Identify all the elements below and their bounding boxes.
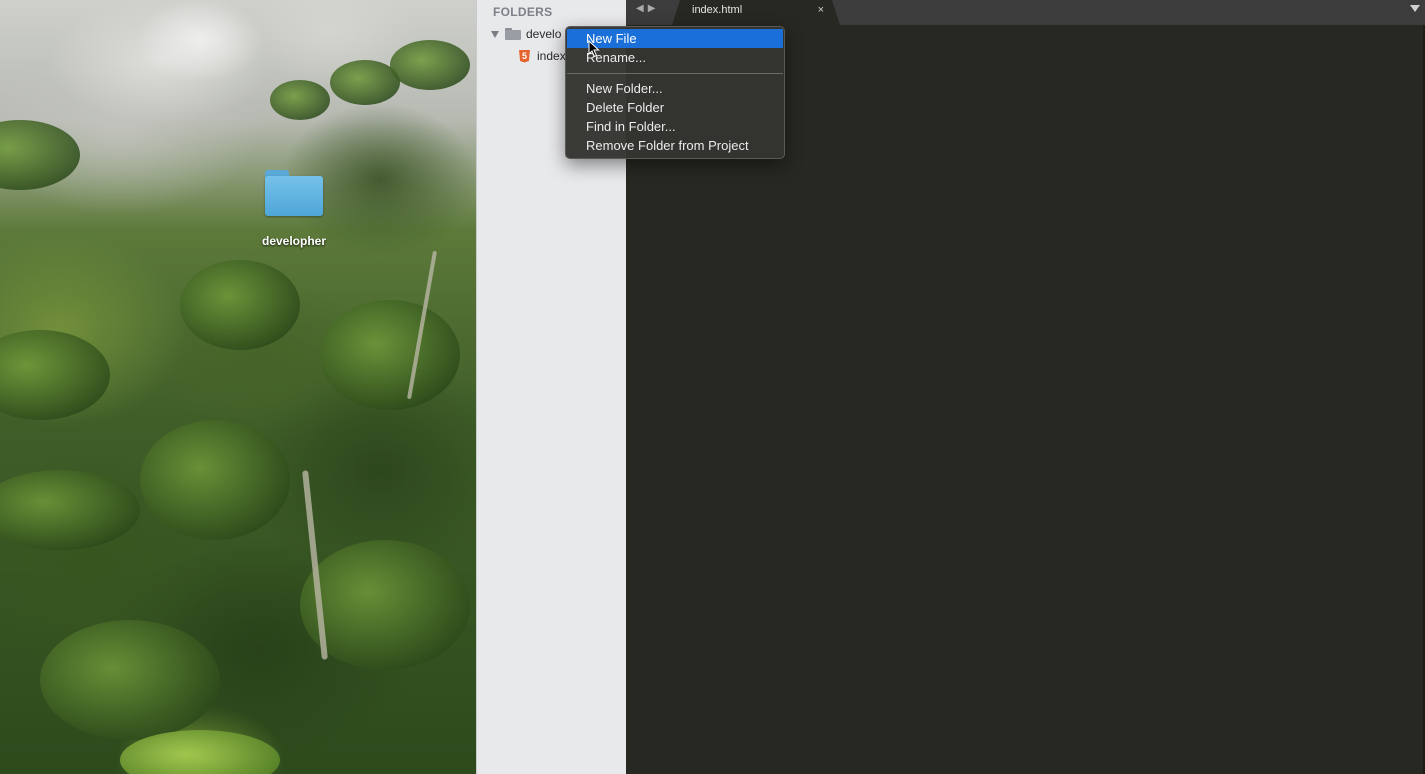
foliage: [0, 120, 80, 190]
menu-item-remove-folder-from-project[interactable]: Remove Folder from Project: [566, 136, 784, 155]
back-arrow-icon[interactable]: ◀: [636, 3, 644, 14]
sidebar-file-item[interactable]: 5 index: [519, 47, 566, 65]
desktop-folder-label: developher: [261, 234, 327, 248]
foliage: [40, 620, 220, 740]
desktop-wallpaper: developher: [0, 0, 476, 774]
close-icon[interactable]: ×: [818, 4, 824, 16]
forward-arrow-icon[interactable]: ▶: [648, 3, 656, 14]
menu-item-delete-folder[interactable]: Delete Folder: [566, 98, 784, 117]
foliage: [390, 40, 470, 90]
sidebar-heading: FOLDERS: [493, 5, 553, 19]
foliage: [140, 420, 290, 540]
foliage: [270, 80, 330, 120]
foliage: [320, 300, 460, 410]
mouse-pointer-icon: [588, 40, 600, 58]
sidebar-file-label: index: [537, 49, 566, 63]
menu-item-new-folder[interactable]: New Folder...: [566, 79, 784, 98]
foliage: [0, 330, 110, 420]
sidebar-folder-label: develo: [526, 27, 562, 41]
tab-bar: ◀ ▶ index.html ×: [626, 0, 1425, 25]
menu-separator: [567, 73, 783, 74]
sidebar-folder-item[interactable]: develo: [491, 25, 561, 43]
foliage: [0, 470, 140, 550]
menu-item-find-in-folder[interactable]: Find in Folder...: [566, 117, 784, 136]
folder-icon: [263, 168, 325, 218]
html5-file-icon: 5: [519, 49, 530, 63]
tab-index-html[interactable]: index.html ×: [672, 0, 840, 25]
foliage: [180, 260, 300, 350]
tab-title: index.html: [692, 4, 743, 16]
desktop-folder-developher[interactable]: developher: [256, 168, 332, 248]
folder-icon: [505, 28, 521, 40]
tab-navigation: ◀ ▶: [636, 3, 655, 14]
tab-overflow-dropdown-icon[interactable]: [1410, 5, 1420, 12]
disclosure-triangle-icon[interactable]: [491, 30, 499, 38]
